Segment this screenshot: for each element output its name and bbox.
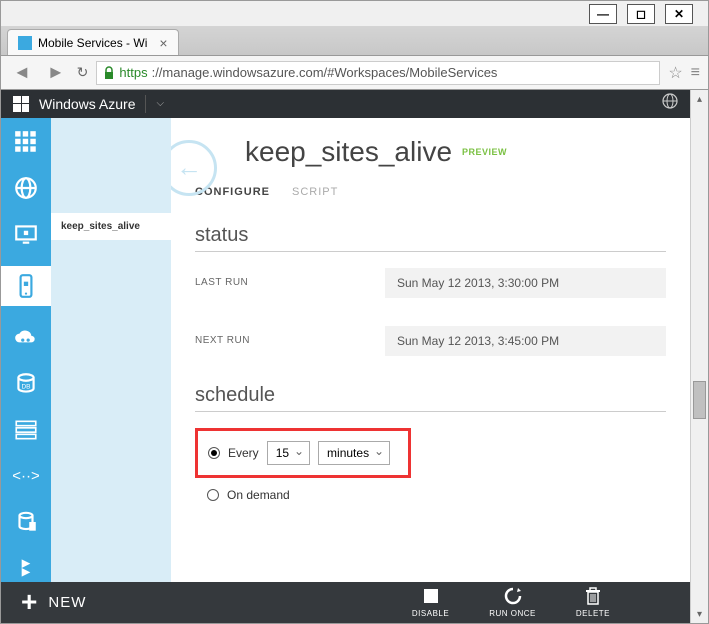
page-title: keep_sites_alive PREVIEW: [245, 136, 666, 168]
azure-header: Windows Azure ⌵: [1, 90, 690, 118]
rail-all-items-icon[interactable]: [12, 128, 40, 156]
forward-icon[interactable]: ►: [43, 62, 69, 83]
svg-text:<··>: <··>: [13, 467, 39, 484]
delete-button[interactable]: DELETE: [576, 586, 610, 618]
new-button[interactable]: + NEW: [21, 586, 86, 618]
stop-icon: [421, 586, 441, 606]
page-content: ← keep_sites_alive PREVIEW CONFIGURE SCR…: [171, 118, 690, 582]
divider: [145, 95, 146, 113]
label-next-run: NEXT RUN: [195, 335, 385, 346]
label-last-run: LAST RUN: [195, 277, 385, 288]
section-schedule: schedule: [195, 384, 666, 412]
favicon-icon: [18, 36, 32, 50]
rail-storage-icon[interactable]: [12, 416, 40, 444]
tab-title: Mobile Services - Wi: [38, 36, 147, 50]
page-title-text: keep_sites_alive: [245, 136, 452, 168]
windows-logo-icon: [13, 96, 29, 112]
reload-icon[interactable]: ↻: [77, 64, 89, 81]
maximize-button[interactable]: ◻: [627, 4, 655, 24]
lock-icon: [103, 66, 115, 80]
rail-service-bus-icon[interactable]: [12, 554, 40, 582]
rail-mobile-services-icon[interactable]: [1, 266, 51, 306]
vertical-scrollbar[interactable]: ▴ ▾: [690, 90, 708, 623]
back-icon[interactable]: ◄: [9, 62, 35, 83]
refresh-icon: [503, 586, 523, 606]
url-input[interactable]: https ://manage.windowsazure.com/#Worksp…: [96, 61, 660, 85]
radio-on-demand[interactable]: [207, 489, 219, 501]
scroll-thumb[interactable]: [693, 381, 706, 419]
browser-tab[interactable]: Mobile Services - Wi ×: [7, 29, 179, 55]
azure-brand: Windows Azure: [39, 96, 135, 112]
value-last-run: Sun May 12 2013, 3:30:00 PM: [385, 268, 666, 298]
schedule-highlight: Every 15 minutes: [195, 428, 411, 478]
url-rest: ://manage.windowsazure.com/#Workspaces/M…: [152, 65, 498, 80]
globe-icon[interactable]: [662, 93, 678, 114]
on-demand-label: On demand: [227, 488, 290, 502]
interval-select[interactable]: 15: [267, 441, 310, 465]
plus-icon: +: [21, 586, 38, 618]
command-bar: + NEW DISABLE RUN ONCE DELETE: [1, 582, 690, 623]
rail-vm-icon[interactable]: [12, 220, 40, 248]
rail-media-icon[interactable]: [12, 508, 40, 536]
scroll-down-icon[interactable]: ▾: [691, 605, 708, 623]
url-protocol: https: [119, 65, 147, 80]
unit-select[interactable]: minutes: [318, 441, 390, 465]
delete-label: DELETE: [576, 609, 610, 618]
value-next-run: Sun May 12 2013, 3:45:00 PM: [385, 326, 666, 356]
browser-tab-strip: Mobile Services - Wi ×: [0, 26, 709, 56]
trash-icon: [583, 586, 603, 606]
page-tabs: CONFIGURE SCRIPT: [195, 186, 666, 198]
section-status: status: [195, 224, 666, 252]
side-rail: DB <··>: [1, 118, 51, 582]
svg-text:DB: DB: [21, 383, 30, 390]
close-window-button[interactable]: ✕: [665, 4, 693, 24]
disable-button[interactable]: DISABLE: [412, 586, 449, 618]
chevron-down-icon[interactable]: ⌵: [156, 98, 164, 109]
tab-script[interactable]: SCRIPT: [292, 186, 338, 198]
scroll-up-icon[interactable]: ▴: [691, 90, 708, 108]
disable-label: DISABLE: [412, 609, 449, 618]
new-label: NEW: [48, 594, 86, 611]
rail-sql-db-icon[interactable]: DB: [12, 370, 40, 398]
menu-icon[interactable]: ≡: [691, 64, 700, 82]
bookmark-icon[interactable]: ☆: [668, 63, 682, 83]
rail-websites-icon[interactable]: [12, 174, 40, 202]
rail-cloud-services-icon[interactable]: [12, 324, 40, 352]
minimize-button[interactable]: —: [589, 4, 617, 24]
run-once-button[interactable]: RUN ONCE: [489, 586, 536, 618]
window-titlebar: — ◻ ✕: [0, 0, 709, 26]
radio-every[interactable]: [208, 447, 220, 459]
scroll-track[interactable]: [691, 108, 708, 605]
every-label: Every: [228, 446, 259, 460]
address-bar: ◄ ► ↻ https ://manage.windowsazure.com/#…: [0, 56, 709, 90]
preview-badge: PREVIEW: [462, 147, 507, 157]
close-tab-icon[interactable]: ×: [159, 35, 167, 51]
sub-panel: keep_sites_alive: [51, 118, 171, 582]
rail-hdinsight-icon[interactable]: <··>: [12, 462, 40, 490]
run-once-label: RUN ONCE: [489, 609, 536, 618]
sub-item-selected[interactable]: keep_sites_alive: [51, 213, 171, 240]
